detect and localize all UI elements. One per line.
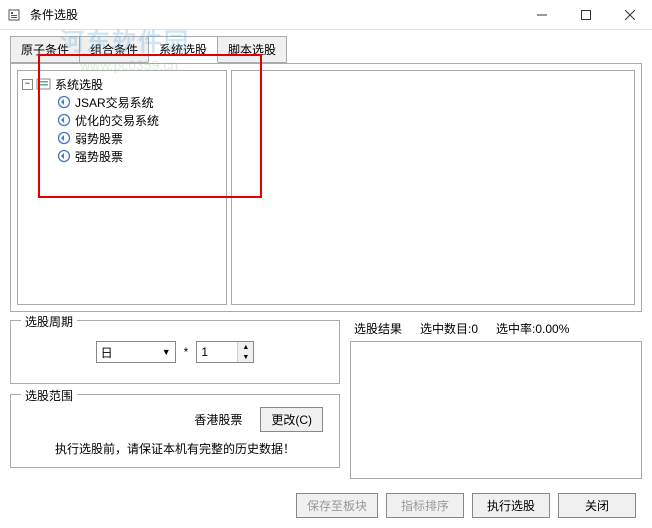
range-note: 执行选股前，请保证本机有完整的历史数据！ [21, 440, 329, 457]
folder-icon [36, 77, 52, 91]
change-button[interactable]: 更改(C) [260, 407, 323, 432]
tree-panel: − 系统选股 JSAR交易系统 优化的交易系统 弱势股票 [17, 70, 227, 305]
item-icon [56, 113, 72, 127]
tab-atomic[interactable]: 原子条件 [10, 36, 80, 63]
tree-root-label[interactable]: 系统选股 [55, 76, 103, 93]
range-legend: 选股范围 [21, 387, 77, 404]
collapse-icon[interactable]: − [22, 79, 33, 90]
period-value-spinner[interactable]: ▲ ▼ [196, 341, 254, 363]
spin-up-button[interactable]: ▲ [238, 342, 253, 352]
rank-button[interactable]: 指标排序 [386, 493, 464, 518]
spin-down-button[interactable]: ▼ [238, 352, 253, 362]
period-unit-select[interactable]: 日 ▼ [96, 341, 176, 363]
titlebar: 条件选股 [0, 0, 652, 30]
save-block-button[interactable]: 保存至板块 [296, 493, 378, 518]
result-title: 选股结果 [354, 320, 402, 337]
tree-item-weak[interactable]: 弱势股票 [56, 129, 222, 147]
tab-combo[interactable]: 组合条件 [79, 36, 149, 63]
market-label: 香港股票 [194, 411, 242, 428]
period-value-input[interactable] [197, 342, 237, 362]
multiply-label: * [184, 345, 189, 359]
period-legend: 选股周期 [21, 313, 77, 330]
maximize-button[interactable] [564, 0, 608, 29]
result-count: 选中数目:0 [420, 320, 478, 337]
result-list[interactable] [350, 341, 642, 479]
footer: 保存至板块 指标排序 执行选股 关闭 [0, 487, 652, 528]
tree: − 系统选股 JSAR交易系统 优化的交易系统 弱势股票 [22, 75, 222, 165]
tab-system[interactable]: 系统选股 [148, 36, 218, 63]
tabs: 原子条件 组合条件 系统选股 脚本选股 [0, 30, 652, 63]
close-button[interactable] [608, 0, 652, 29]
window-title: 条件选股 [30, 6, 520, 23]
tree-item-optimized[interactable]: 优化的交易系统 [56, 111, 222, 129]
tree-item-strong[interactable]: 强势股票 [56, 147, 222, 165]
range-fieldset: 选股范围 香港股票 更改(C) 执行选股前，请保证本机有完整的历史数据！ [10, 394, 340, 468]
item-icon [56, 149, 72, 163]
item-icon [56, 131, 72, 145]
detail-panel [231, 70, 635, 305]
execute-button[interactable]: 执行选股 [472, 493, 550, 518]
close-window-button[interactable]: 关闭 [558, 493, 636, 518]
period-fieldset: 选股周期 日 ▼ * ▲ ▼ [10, 320, 340, 384]
result-rate: 选中率:0.00% [496, 320, 569, 337]
chevron-down-icon: ▼ [162, 347, 171, 357]
minimize-button[interactable] [520, 0, 564, 29]
result-header: 选股结果 选中数目:0 选中率:0.00% [350, 320, 642, 337]
tab-script[interactable]: 脚本选股 [217, 36, 287, 63]
tree-item-jsar[interactable]: JSAR交易系统 [56, 93, 222, 111]
app-icon [8, 8, 24, 22]
main-frame: − 系统选股 JSAR交易系统 优化的交易系统 弱势股票 [10, 63, 642, 312]
tree-root[interactable]: − 系统选股 [22, 75, 222, 93]
item-icon [56, 95, 72, 109]
